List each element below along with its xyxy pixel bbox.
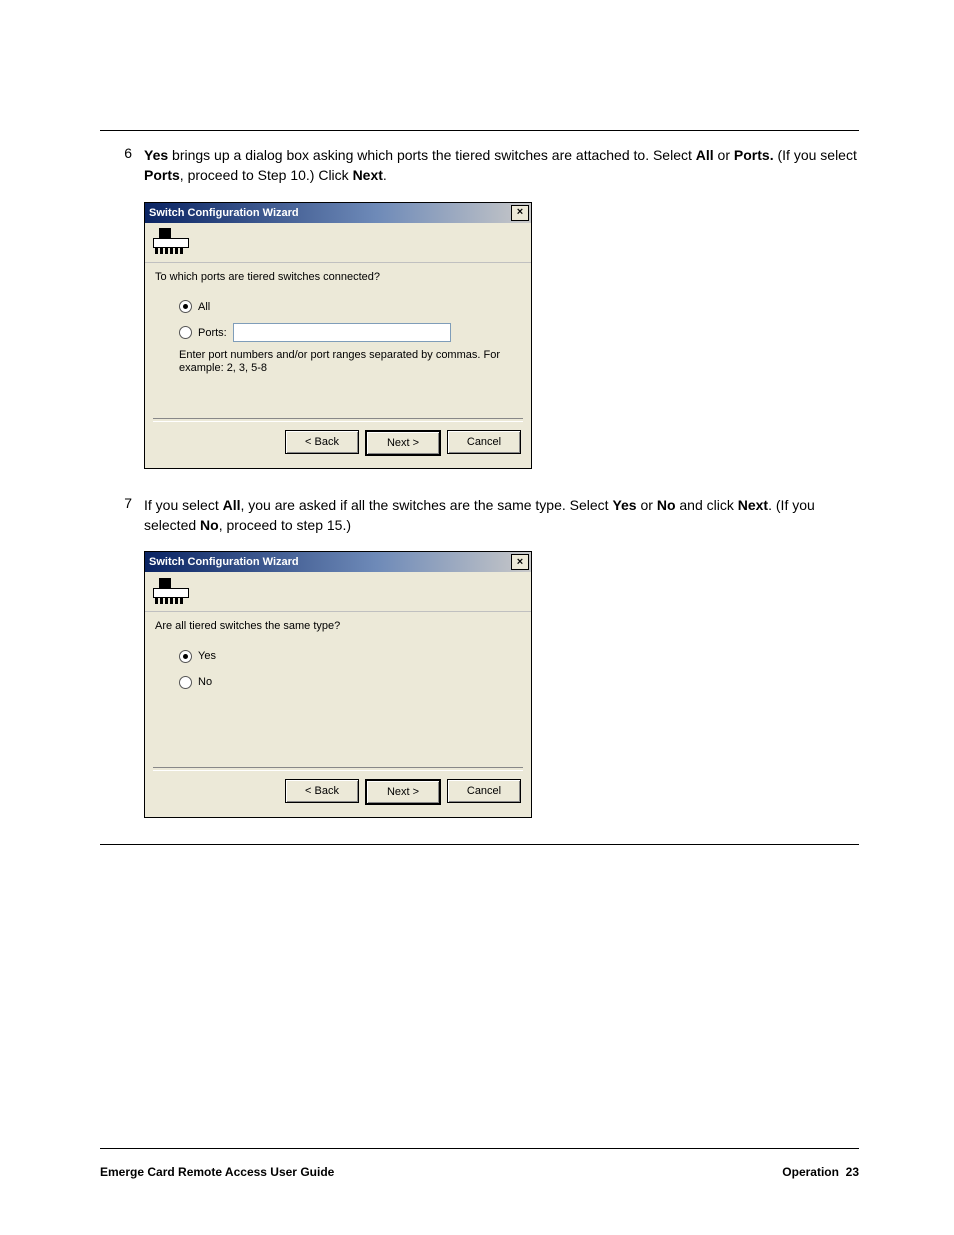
top-rule <box>100 130 859 131</box>
bold-yes: Yes <box>612 497 636 513</box>
option-label: Yes <box>198 650 216 662</box>
text-fragment: , you are asked if all the switches are … <box>240 497 612 513</box>
switch-icon <box>153 578 187 606</box>
bold-yes: Yes <box>144 147 168 163</box>
back-button[interactable]: < Back <box>285 430 359 454</box>
radio-icon <box>179 676 192 689</box>
next-button[interactable]: Next > <box>365 779 441 805</box>
dialog-hint: Enter port numbers and/or port ranges se… <box>179 349 521 377</box>
text-fragment: . <box>383 167 387 183</box>
text-fragment: , proceed to step 15.) <box>219 517 351 533</box>
switch-icon <box>153 228 187 256</box>
dialog-body: Are all tiered switches the same type? Y… <box>145 612 531 767</box>
dialog-body: To which ports are tiered switches conne… <box>145 263 531 418</box>
footer-rule <box>100 1148 859 1149</box>
radio-icon <box>179 326 192 339</box>
text-fragment: (If you select <box>774 147 857 163</box>
radio-icon <box>179 650 192 663</box>
ports-input[interactable] <box>233 323 451 342</box>
option-label: All <box>198 301 210 313</box>
step-number: 7 <box>100 495 144 511</box>
close-icon: × <box>517 207 523 218</box>
dialog-button-row: < Back Next > Cancel <box>145 430 531 468</box>
document-page: 6 Yes brings up a dialog box asking whic… <box>0 0 954 1235</box>
dialog-screenshot-2: Switch Configuration Wizard × Are all ti… <box>144 551 859 818</box>
option-label: No <box>198 676 212 688</box>
bold-ports2: Ports <box>144 167 180 183</box>
text-fragment: and click <box>676 497 738 513</box>
option-no[interactable]: No <box>179 672 521 692</box>
step-text: Yes brings up a dialog box asking which … <box>144 145 859 186</box>
close-button[interactable]: × <box>511 205 529 221</box>
next-button[interactable]: Next > <box>365 430 441 456</box>
switch-config-wizard-dialog: Switch Configuration Wizard × Are all ti… <box>144 551 532 818</box>
close-icon: × <box>517 557 523 568</box>
bold-ports: Ports. <box>734 147 774 163</box>
dialog-titlebar: Switch Configuration Wizard × <box>145 552 531 572</box>
bold-next: Next <box>738 497 768 513</box>
cancel-button[interactable]: Cancel <box>447 779 521 803</box>
footer-section-label: Operation <box>782 1165 839 1179</box>
footer-section: Operation 23 <box>782 1165 859 1179</box>
radio-icon <box>179 300 192 313</box>
close-button[interactable]: × <box>511 554 529 570</box>
option-yes[interactable]: Yes <box>179 646 521 666</box>
step-text: If you select All, you are asked if all … <box>144 495 859 536</box>
bold-next: Next <box>353 167 383 183</box>
option-ports[interactable]: Ports: <box>179 323 521 343</box>
dialog-question: To which ports are tiered switches conne… <box>155 271 521 283</box>
dialog-banner <box>145 223 531 263</box>
text-fragment: If you select <box>144 497 223 513</box>
text-fragment: or <box>637 497 657 513</box>
dialog-screenshot-1: Switch Configuration Wizard × To which p… <box>144 202 859 469</box>
text-fragment: , proceed to Step 10.) Click <box>180 167 353 183</box>
footer-doc-title: Emerge Card Remote Access User Guide <box>100 1165 334 1179</box>
dialog-banner <box>145 572 531 612</box>
dialog-question: Are all tiered switches the same type? <box>155 620 521 632</box>
mid-rule <box>100 844 859 845</box>
dialog-titlebar: Switch Configuration Wizard × <box>145 203 531 223</box>
switch-config-wizard-dialog: Switch Configuration Wizard × To which p… <box>144 202 532 469</box>
dialog-title: Switch Configuration Wizard <box>149 556 299 568</box>
cancel-button[interactable]: Cancel <box>447 430 521 454</box>
dialog-title: Switch Configuration Wizard <box>149 207 299 219</box>
option-label: Ports: <box>198 327 227 339</box>
text-fragment: brings up a dialog box asking which port… <box>168 147 696 163</box>
step-6: 6 Yes brings up a dialog box asking whic… <box>100 145 859 186</box>
bold-no2: No <box>200 517 219 533</box>
step-number: 6 <box>100 145 144 161</box>
text-fragment: or <box>714 147 734 163</box>
page-footer: Emerge Card Remote Access User Guide Ope… <box>100 1165 859 1179</box>
back-button[interactable]: < Back <box>285 779 359 803</box>
step-7: 7 If you select All, you are asked if al… <box>100 495 859 536</box>
bold-no: No <box>657 497 676 513</box>
bold-all: All <box>223 497 241 513</box>
bold-all: All <box>696 147 714 163</box>
dialog-separator <box>153 767 523 771</box>
dialog-button-row: < Back Next > Cancel <box>145 779 531 817</box>
option-all[interactable]: All <box>179 297 521 317</box>
dialog-separator <box>153 418 523 422</box>
footer-page-number: 23 <box>846 1165 859 1179</box>
